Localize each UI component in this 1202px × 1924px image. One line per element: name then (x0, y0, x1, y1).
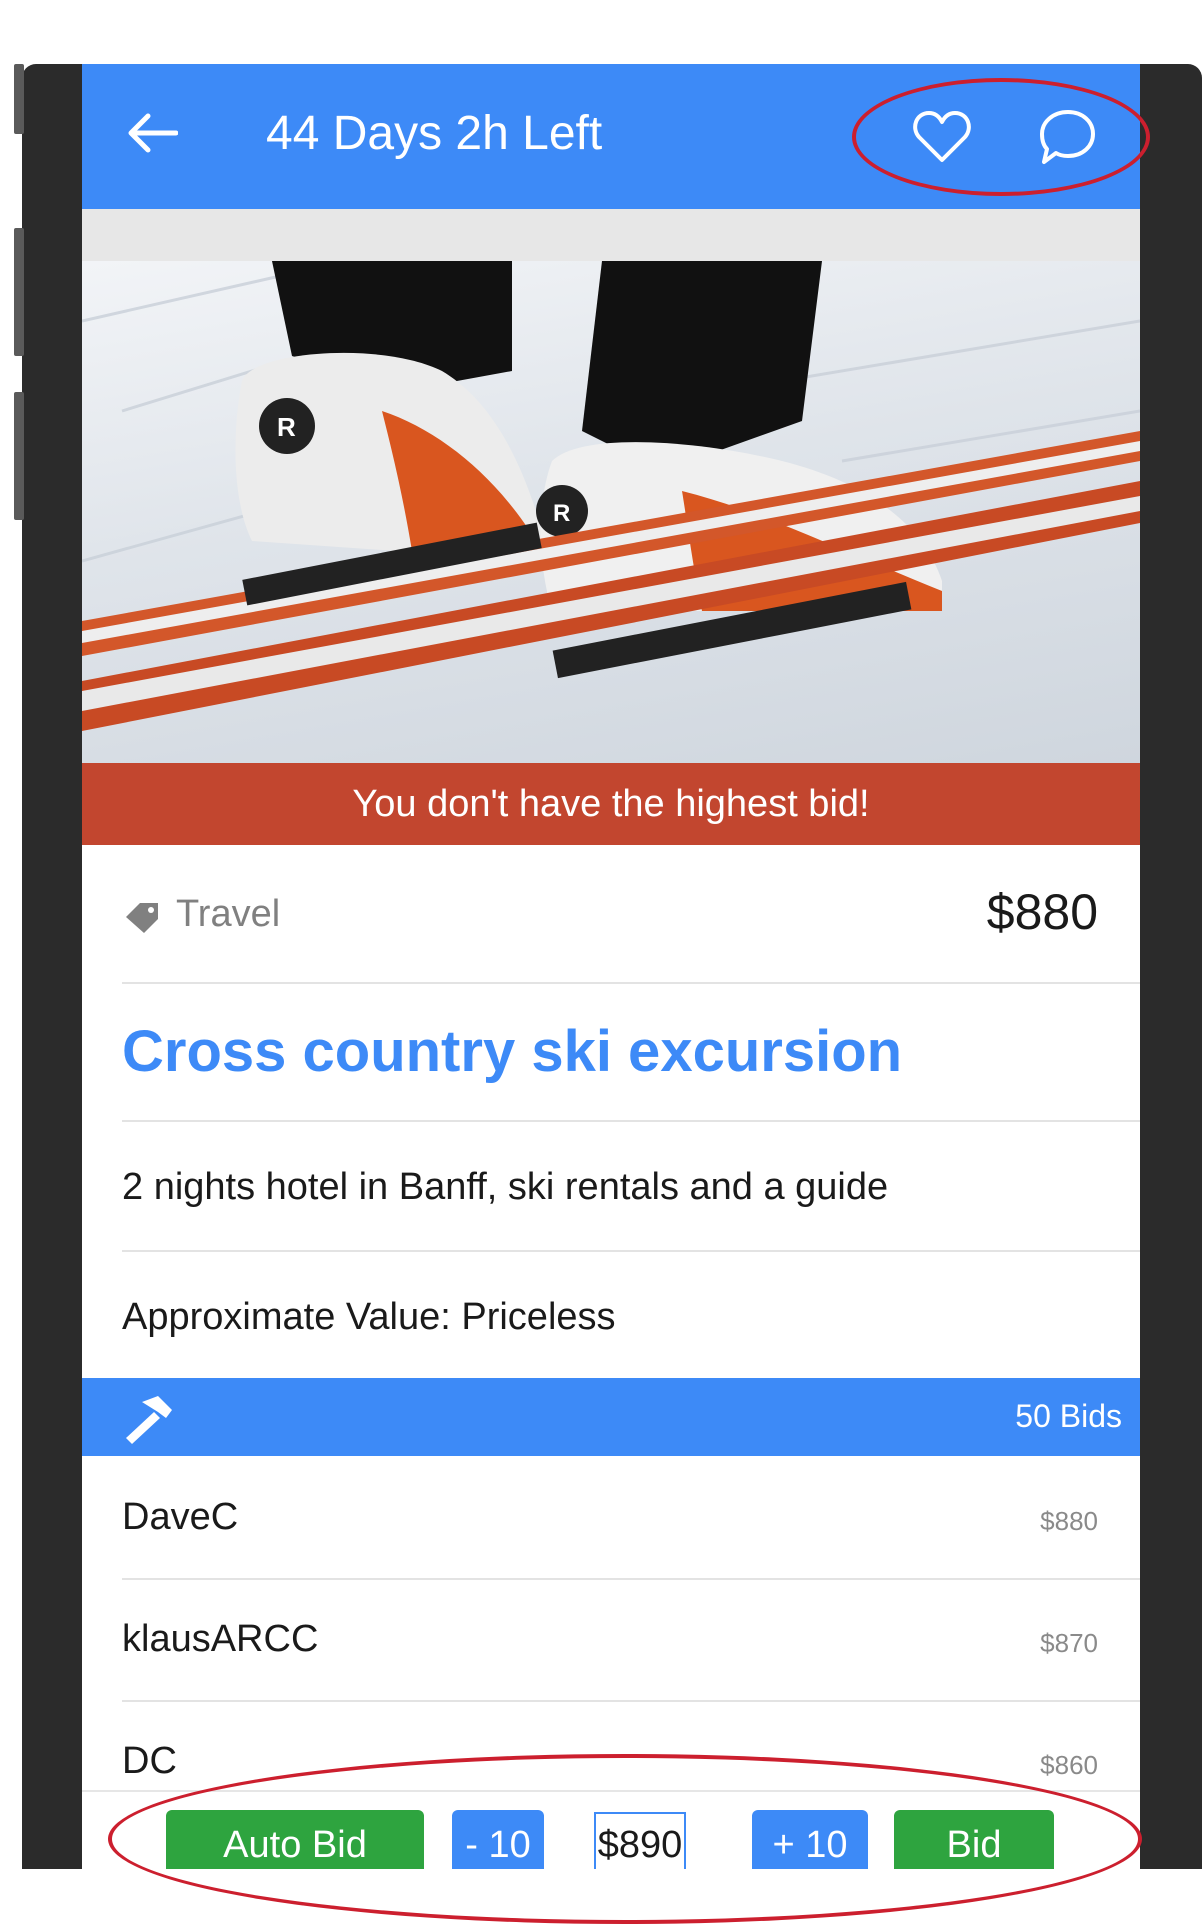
category-price-row: Travel $880 (122, 845, 1140, 984)
tag-icon (126, 903, 158, 933)
bidder-name: klausARCC (122, 1618, 319, 1660)
item-description: 2 nights hotel in Banff, ski rentals and… (122, 1166, 889, 1208)
app-bar: 44 Days 2h Left (82, 64, 1140, 209)
bid-amount-input[interactable] (594, 1812, 686, 1869)
item-image[interactable]: R R (82, 261, 1140, 763)
bids-count[interactable]: 50 Bids (1015, 1398, 1122, 1435)
image-top-band (82, 209, 1140, 261)
approximate-value-row: Approximate Value: Priceless (122, 1250, 1140, 1378)
item-title-row: Cross country ski excursion (122, 982, 1140, 1122)
category-label[interactable]: Travel (176, 893, 280, 936)
bid-list-item: klausARCC $870 (122, 1578, 1140, 1702)
bid-amount: $880 (1040, 1506, 1098, 1536)
bidder-name: DC (122, 1740, 177, 1782)
chat-bubble-icon[interactable] (1035, 106, 1097, 168)
bidder-name: DaveC (122, 1496, 239, 1538)
hammer-icon (126, 1396, 172, 1444)
approximate-value: Approximate Value: Priceless (122, 1296, 616, 1338)
auto-bid-button[interactable]: Auto Bid (166, 1810, 424, 1869)
bid-action-bar: Auto Bid - 10 + 10 Bid (82, 1790, 1140, 1869)
decrement-bid-button[interactable]: - 10 (452, 1810, 544, 1869)
bid-list-item: DaveC $880 (122, 1456, 1140, 1580)
ski-boots-illustration: R R (82, 261, 1140, 731)
bid-amount: $870 (1040, 1628, 1098, 1658)
heart-icon[interactable] (912, 108, 972, 164)
phone-volume-down-button (14, 392, 24, 520)
svg-text:R: R (553, 500, 570, 527)
phone-side-button (14, 64, 24, 134)
bid-status-alert: You don't have the highest bid! (82, 763, 1140, 845)
increment-bid-button[interactable]: + 10 (752, 1810, 868, 1869)
current-price: $880 (986, 884, 1098, 940)
bids-header: 50 Bids (82, 1378, 1140, 1456)
svg-text:R: R (277, 412, 296, 442)
item-description-row: 2 nights hotel in Banff, ski rentals and… (122, 1120, 1140, 1252)
item-title: Cross country ski excursion (122, 1019, 903, 1084)
time-left-title: 44 Days 2h Left (266, 107, 603, 160)
app-screen: 44 Days 2h Left R R You don't have the h… (82, 64, 1140, 1869)
phone-volume-up-button (14, 228, 24, 356)
back-arrow-icon[interactable] (126, 112, 178, 154)
bid-amount: $860 (1040, 1750, 1098, 1780)
bid-button[interactable]: Bid (894, 1810, 1054, 1869)
